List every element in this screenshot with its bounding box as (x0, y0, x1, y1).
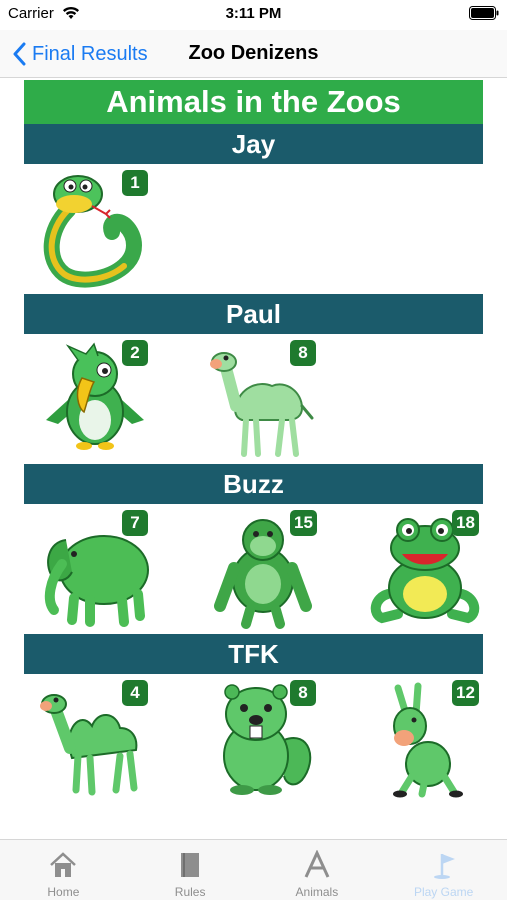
animal-card-beaver[interactable]: 8 (192, 674, 332, 804)
count-badge: 7 (122, 510, 148, 536)
battery-icon (469, 6, 499, 20)
tab-label: Animals (295, 885, 339, 899)
book-icon (181, 853, 200, 877)
animal-card-frog[interactable]: 18 (354, 504, 483, 634)
count-badge: 12 (452, 680, 479, 706)
letter-a-icon (304, 850, 330, 878)
animal-card-snake[interactable]: 1 (24, 164, 164, 294)
count-badge: 18 (452, 510, 479, 536)
status-bar: Carrier 3:11 PM (0, 0, 507, 30)
animal-row: 7 15 18 (24, 504, 483, 634)
clock: 3:11 PM (225, 5, 282, 22)
tab-rules[interactable]: Rules (127, 840, 254, 900)
navigation-bar: Final Results Zoo Denizens (0, 30, 507, 78)
count-badge: 1 (122, 170, 148, 196)
tab-play-game[interactable]: Play Game (380, 840, 507, 900)
zoo-results-list[interactable]: Animals in the Zoos Jay 1 Paul 2 8 Buzz … (24, 80, 483, 838)
player-header-jay: Jay (24, 124, 483, 164)
tab-bar: Home Rules Animals Play Game (0, 839, 507, 900)
animal-card-elephant[interactable]: 7 (24, 504, 164, 634)
animal-card-donkey[interactable]: 12 (354, 674, 483, 804)
animal-card-parrot[interactable]: 2 (24, 334, 164, 464)
tab-animals[interactable]: Animals (254, 840, 381, 900)
count-badge: 8 (290, 680, 316, 706)
tab-home[interactable]: Home (0, 840, 127, 900)
animal-card-gorilla[interactable]: 15 (192, 504, 332, 634)
player-header-paul: Paul (24, 294, 483, 334)
player-header-tfk: TFK (24, 634, 483, 674)
animal-card-bactrian-camel[interactable]: 4 (24, 674, 164, 804)
tab-label: Home (47, 885, 80, 899)
count-badge: 15 (290, 510, 317, 536)
count-badge: 8 (290, 340, 316, 366)
animal-row: 1 (24, 164, 483, 294)
tab-label: Rules (174, 885, 206, 899)
tab-label: Play Game (413, 885, 474, 899)
animal-row: 4 8 12 (24, 674, 483, 804)
back-label: Final Results (32, 42, 148, 65)
count-badge: 2 (122, 340, 148, 366)
section-title: Animals in the Zoos (24, 80, 483, 124)
golf-flag-icon (433, 854, 455, 879)
player-header-buzz: Buzz (24, 464, 483, 504)
animal-row: 2 8 (24, 334, 483, 464)
back-button[interactable]: Final Results (12, 39, 148, 69)
home-icon (50, 852, 77, 877)
chevron-left-icon (13, 42, 26, 66)
count-badge: 4 (122, 680, 148, 706)
animal-card-camel[interactable]: 8 (192, 334, 332, 464)
